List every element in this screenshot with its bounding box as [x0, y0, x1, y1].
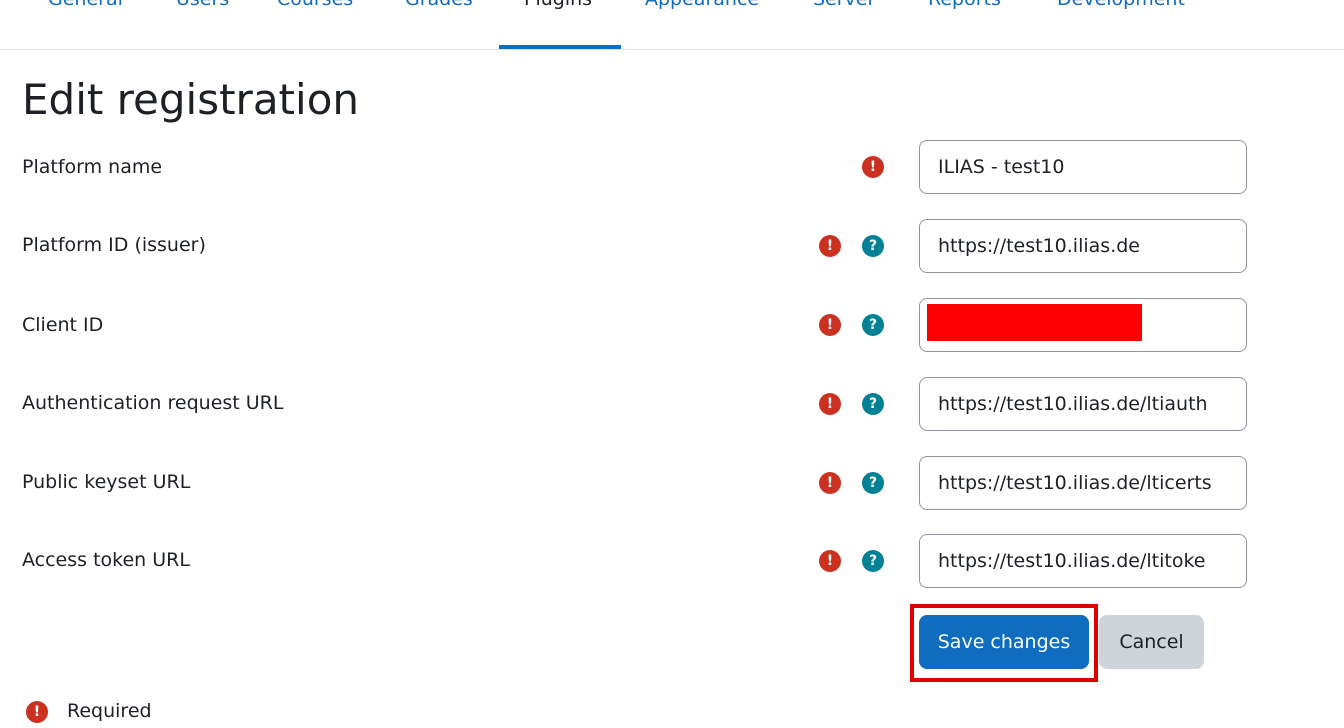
tab-development[interactable]: Development [1057, 0, 1185, 10]
help-icon[interactable]: ? [862, 472, 884, 494]
tab-reports[interactable]: Reports [928, 0, 1001, 10]
help-icon[interactable]: ? [862, 314, 884, 336]
auth-request-url-input[interactable] [919, 377, 1247, 431]
help-icon[interactable]: ? [862, 393, 884, 415]
required-icon: ! [862, 156, 884, 178]
tab-appearance[interactable]: Appearance [645, 0, 759, 10]
tab-courses[interactable]: Courses [277, 0, 353, 10]
required-icon: ! [819, 314, 841, 336]
required-legend-label: Required [67, 700, 152, 722]
platform-name-label: Platform name [22, 156, 163, 178]
auth-request-url-label: Authentication request URL [22, 392, 284, 414]
required-icon: ! [819, 393, 841, 415]
access-token-url-label: Access token URL [22, 549, 190, 571]
tab-plugins[interactable]: Plugins [524, 0, 592, 10]
public-keyset-url-input[interactable] [919, 456, 1247, 510]
client-id-label: Client ID [22, 314, 104, 336]
redaction-mark [927, 304, 1142, 341]
platform-name-input[interactable] [919, 140, 1247, 194]
tab-users[interactable]: Users [176, 0, 229, 10]
public-keyset-url-label: Public keyset URL [22, 471, 191, 493]
platform-id-input[interactable] [919, 219, 1247, 273]
tab-server[interactable]: Server [813, 0, 875, 10]
access-token-url-input[interactable] [919, 534, 1247, 588]
help-icon[interactable]: ? [862, 235, 884, 257]
required-icon: ! [26, 701, 48, 723]
required-icon: ! [819, 235, 841, 257]
annotation-highlight-box [910, 604, 1098, 682]
admin-tab-bar: General Users Courses Grades Plugins App… [0, 0, 1344, 50]
required-icon: ! [819, 550, 841, 572]
tab-general[interactable]: General [48, 0, 123, 10]
tab-grades[interactable]: Grades [405, 0, 473, 10]
help-icon[interactable]: ? [862, 550, 884, 572]
active-tab-indicator [499, 45, 621, 49]
page-title: Edit registration [22, 75, 360, 124]
platform-id-label: Platform ID (issuer) [22, 234, 206, 256]
cancel-button[interactable]: Cancel [1099, 615, 1204, 669]
required-icon: ! [819, 472, 841, 494]
